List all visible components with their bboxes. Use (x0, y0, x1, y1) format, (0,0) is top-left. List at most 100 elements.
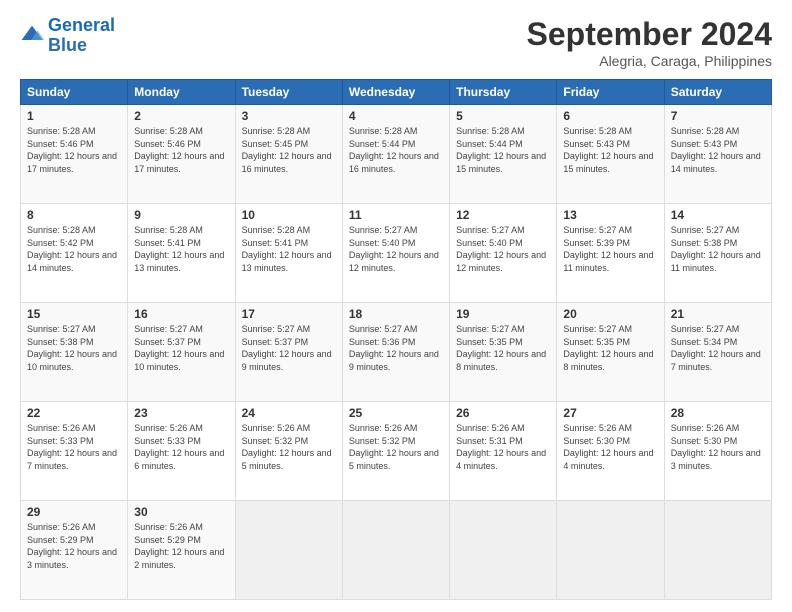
day-number: 7 (671, 109, 765, 123)
logo: General Blue (20, 16, 115, 56)
day-number: 24 (242, 406, 336, 420)
logo-icon (20, 24, 44, 48)
page: General Blue September 2024 Alegria, Car… (0, 0, 792, 612)
table-row: 23 Sunrise: 5:26 AMSunset: 5:33 PMDayligh… (128, 402, 235, 501)
day-info: Sunrise: 5:26 AMSunset: 5:29 PMDaylight:… (27, 521, 121, 571)
table-row: 13 Sunrise: 5:27 AMSunset: 5:39 PMDayligh… (557, 204, 664, 303)
day-number: 2 (134, 109, 228, 123)
title-section: September 2024 Alegria, Caraga, Philippi… (527, 16, 772, 69)
day-number: 15 (27, 307, 121, 321)
table-row: 18Sunrise: 5:27 AMSunset: 5:36 PMDayligh… (342, 303, 449, 402)
day-info: Sunrise: 5:28 AMSunset: 5:45 PMDaylight:… (242, 125, 336, 175)
table-row: 24 Sunrise: 5:26 AMSunset: 5:32 PMDayligh… (235, 402, 342, 501)
header-monday: Monday (128, 80, 235, 105)
month-title: September 2024 (527, 16, 772, 53)
day-number: 17 (242, 307, 336, 321)
table-row: 26 Sunrise: 5:26 AMSunset: 5:31 PMDayligh… (450, 402, 557, 501)
table-row: 30Sunrise: 5:26 AMSunset: 5:29 PMDayligh… (128, 501, 235, 600)
table-row: 19Sunrise: 5:27 AMSunset: 5:35 PMDayligh… (450, 303, 557, 402)
header-tuesday: Tuesday (235, 80, 342, 105)
day-number: 20 (563, 307, 657, 321)
day-info: Sunrise: 5:28 AMSunset: 5:44 PMDaylight:… (456, 125, 550, 175)
table-row: 4 Sunrise: 5:28 AMSunset: 5:44 PMDaylight… (342, 105, 449, 204)
day-info: Sunrise: 5:27 AMSunset: 5:34 PMDaylight:… (671, 323, 765, 373)
header-saturday: Saturday (664, 80, 771, 105)
day-info: Sunrise: 5:26 AMSunset: 5:33 PMDaylight:… (134, 422, 228, 472)
day-number: 13 (563, 208, 657, 222)
table-row: 27 Sunrise: 5:26 AMSunset: 5:30 PMDayligh… (557, 402, 664, 501)
day-number: 21 (671, 307, 765, 321)
day-number: 10 (242, 208, 336, 222)
day-number: 26 (456, 406, 550, 420)
calendar-table: Sunday Monday Tuesday Wednesday Thursday… (20, 79, 772, 600)
day-number: 18 (349, 307, 443, 321)
table-row: 15Sunrise: 5:27 AMSunset: 5:38 PMDayligh… (21, 303, 128, 402)
table-row: 16 Sunrise: 5:27 AMSunset: 5:37 PMDayligh… (128, 303, 235, 402)
day-info: Sunrise: 5:27 AMSunset: 5:37 PMDaylight:… (134, 323, 228, 373)
day-info: Sunrise: 5:26 AMSunset: 5:31 PMDaylight:… (456, 422, 550, 472)
table-row: 10 Sunrise: 5:28 AMSunset: 5:41 PMDayligh… (235, 204, 342, 303)
day-info: Sunrise: 5:27 AMSunset: 5:35 PMDaylight:… (563, 323, 657, 373)
day-number: 28 (671, 406, 765, 420)
table-row (557, 501, 664, 600)
day-info: Sunrise: 5:28 AMSunset: 5:44 PMDaylight:… (349, 125, 443, 175)
table-row: 28 Sunrise: 5:26 AMSunset: 5:30 PMDayligh… (664, 402, 771, 501)
day-number: 27 (563, 406, 657, 420)
table-row: 9 Sunrise: 5:28 AMSunset: 5:41 PMDaylight… (128, 204, 235, 303)
day-number: 4 (349, 109, 443, 123)
calendar: Sunday Monday Tuesday Wednesday Thursday… (20, 79, 772, 600)
table-row: 12 Sunrise: 5:27 AMSunset: 5:40 PMDayligh… (450, 204, 557, 303)
table-row: 21 Sunrise: 5:27 AMSunset: 5:34 PMDayligh… (664, 303, 771, 402)
day-number: 8 (27, 208, 121, 222)
day-info: Sunrise: 5:26 AMSunset: 5:30 PMDaylight:… (671, 422, 765, 472)
table-row: 11Sunrise: 5:27 AMSunset: 5:40 PMDayligh… (342, 204, 449, 303)
day-info: Sunrise: 5:27 AMSunset: 5:38 PMDaylight:… (671, 224, 765, 274)
table-row: 22 Sunrise: 5:26 AMSunset: 5:33 PMDayligh… (21, 402, 128, 501)
logo-text: General Blue (48, 16, 115, 56)
day-info: Sunrise: 5:26 AMSunset: 5:33 PMDaylight:… (27, 422, 121, 472)
day-info: Sunrise: 5:28 AMSunset: 5:41 PMDaylight:… (242, 224, 336, 274)
day-info: Sunrise: 5:26 AMSunset: 5:30 PMDaylight:… (563, 422, 657, 472)
table-row: 3Sunrise: 5:28 AMSunset: 5:45 PMDaylight… (235, 105, 342, 204)
table-row (342, 501, 449, 600)
day-info: Sunrise: 5:28 AMSunset: 5:46 PMDaylight:… (134, 125, 228, 175)
table-row: 5 Sunrise: 5:28 AMSunset: 5:44 PMDaylight… (450, 105, 557, 204)
day-info: Sunrise: 5:28 AMSunset: 5:43 PMDaylight:… (563, 125, 657, 175)
day-info: Sunrise: 5:27 AMSunset: 5:40 PMDaylight:… (456, 224, 550, 274)
table-row: 1Sunrise: 5:28 AMSunset: 5:46 PMDaylight… (21, 105, 128, 204)
day-number: 6 (563, 109, 657, 123)
day-number: 22 (27, 406, 121, 420)
calendar-body: 1Sunrise: 5:28 AMSunset: 5:46 PMDaylight… (21, 105, 772, 600)
table-row (450, 501, 557, 600)
header-thursday: Thursday (450, 80, 557, 105)
table-row: 29Sunrise: 5:26 AMSunset: 5:29 PMDayligh… (21, 501, 128, 600)
table-row: 20 Sunrise: 5:27 AMSunset: 5:35 PMDayligh… (557, 303, 664, 402)
table-row: 2 Sunrise: 5:28 AMSunset: 5:46 PMDaylight… (128, 105, 235, 204)
day-info: Sunrise: 5:28 AMSunset: 5:43 PMDaylight:… (671, 125, 765, 175)
subtitle: Alegria, Caraga, Philippines (527, 53, 772, 69)
day-number: 9 (134, 208, 228, 222)
header-wednesday: Wednesday (342, 80, 449, 105)
day-number: 30 (134, 505, 228, 519)
table-row: 14 Sunrise: 5:27 AMSunset: 5:38 PMDayligh… (664, 204, 771, 303)
table-row: 25Sunrise: 5:26 AMSunset: 5:32 PMDayligh… (342, 402, 449, 501)
header-sunday: Sunday (21, 80, 128, 105)
day-info: Sunrise: 5:26 AMSunset: 5:32 PMDaylight:… (349, 422, 443, 472)
table-row (664, 501, 771, 600)
day-number: 16 (134, 307, 228, 321)
day-number: 12 (456, 208, 550, 222)
table-row: 8 Sunrise: 5:28 AMSunset: 5:42 PMDaylight… (21, 204, 128, 303)
day-number: 5 (456, 109, 550, 123)
header-friday: Friday (557, 80, 664, 105)
day-number: 14 (671, 208, 765, 222)
day-info: Sunrise: 5:28 AMSunset: 5:41 PMDaylight:… (134, 224, 228, 274)
header: General Blue September 2024 Alegria, Car… (20, 16, 772, 69)
day-info: Sunrise: 5:28 AMSunset: 5:42 PMDaylight:… (27, 224, 121, 274)
table-row: 17Sunrise: 5:27 AMSunset: 5:37 PMDayligh… (235, 303, 342, 402)
table-row: 7 Sunrise: 5:28 AMSunset: 5:43 PMDaylight… (664, 105, 771, 204)
day-info: Sunrise: 5:27 AMSunset: 5:39 PMDaylight:… (563, 224, 657, 274)
day-info: Sunrise: 5:27 AMSunset: 5:35 PMDaylight:… (456, 323, 550, 373)
day-info: Sunrise: 5:26 AMSunset: 5:32 PMDaylight:… (242, 422, 336, 472)
day-number: 11 (349, 208, 443, 222)
day-number: 23 (134, 406, 228, 420)
